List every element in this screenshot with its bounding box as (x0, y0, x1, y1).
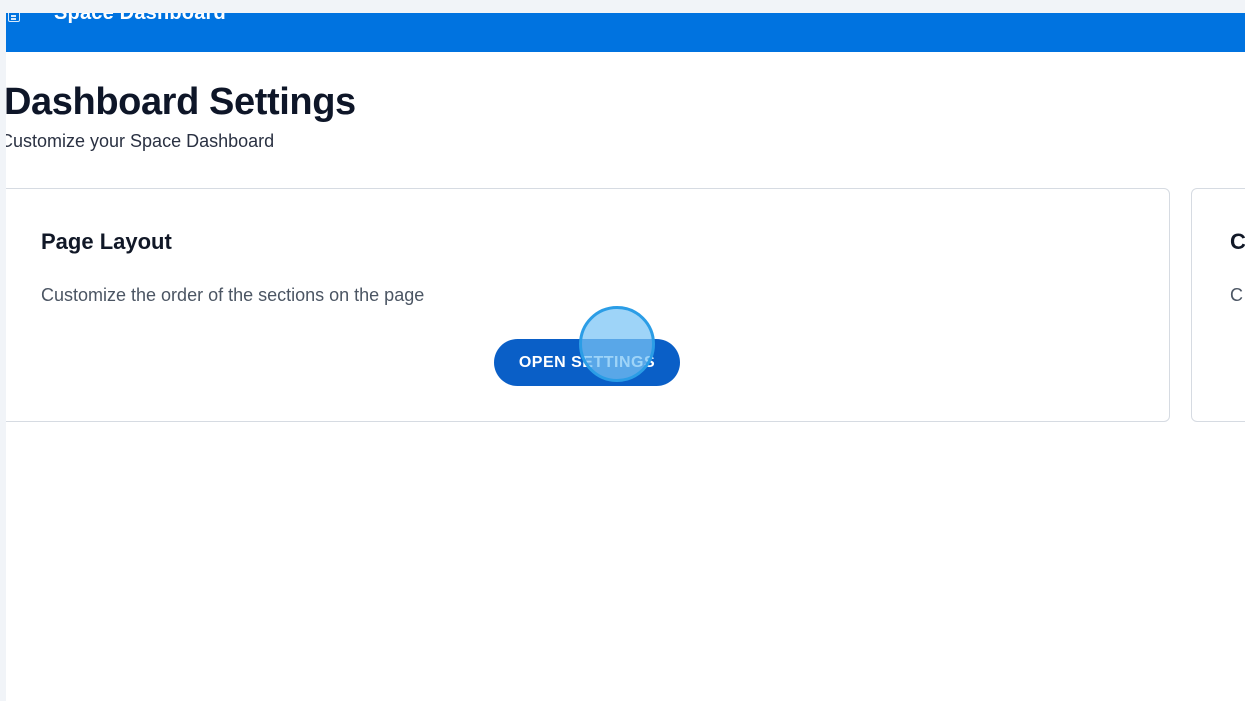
secondary-card: C C (1191, 188, 1245, 422)
top-bar-title: Space Dashboard (54, 13, 226, 24)
open-settings-button[interactable]: OPEN SETTINGS (494, 339, 680, 386)
app-frame: Space Dashboard Dashboard Settings Custo… (6, 13, 1245, 701)
page-title: Dashboard Settings (6, 81, 356, 123)
page-layout-card: Page Layout Customize the order of the s… (6, 188, 1170, 422)
card-description: C (1230, 285, 1243, 305)
card-title: Page Layout (41, 229, 172, 254)
card-title: C (1230, 229, 1245, 254)
dashboard-icon (8, 13, 20, 22)
page-subtitle: Customize your Space Dashboard (6, 131, 275, 151)
card-description: Customize the order of the sections on t… (41, 285, 425, 305)
top-bar: Space Dashboard (6, 13, 1245, 52)
